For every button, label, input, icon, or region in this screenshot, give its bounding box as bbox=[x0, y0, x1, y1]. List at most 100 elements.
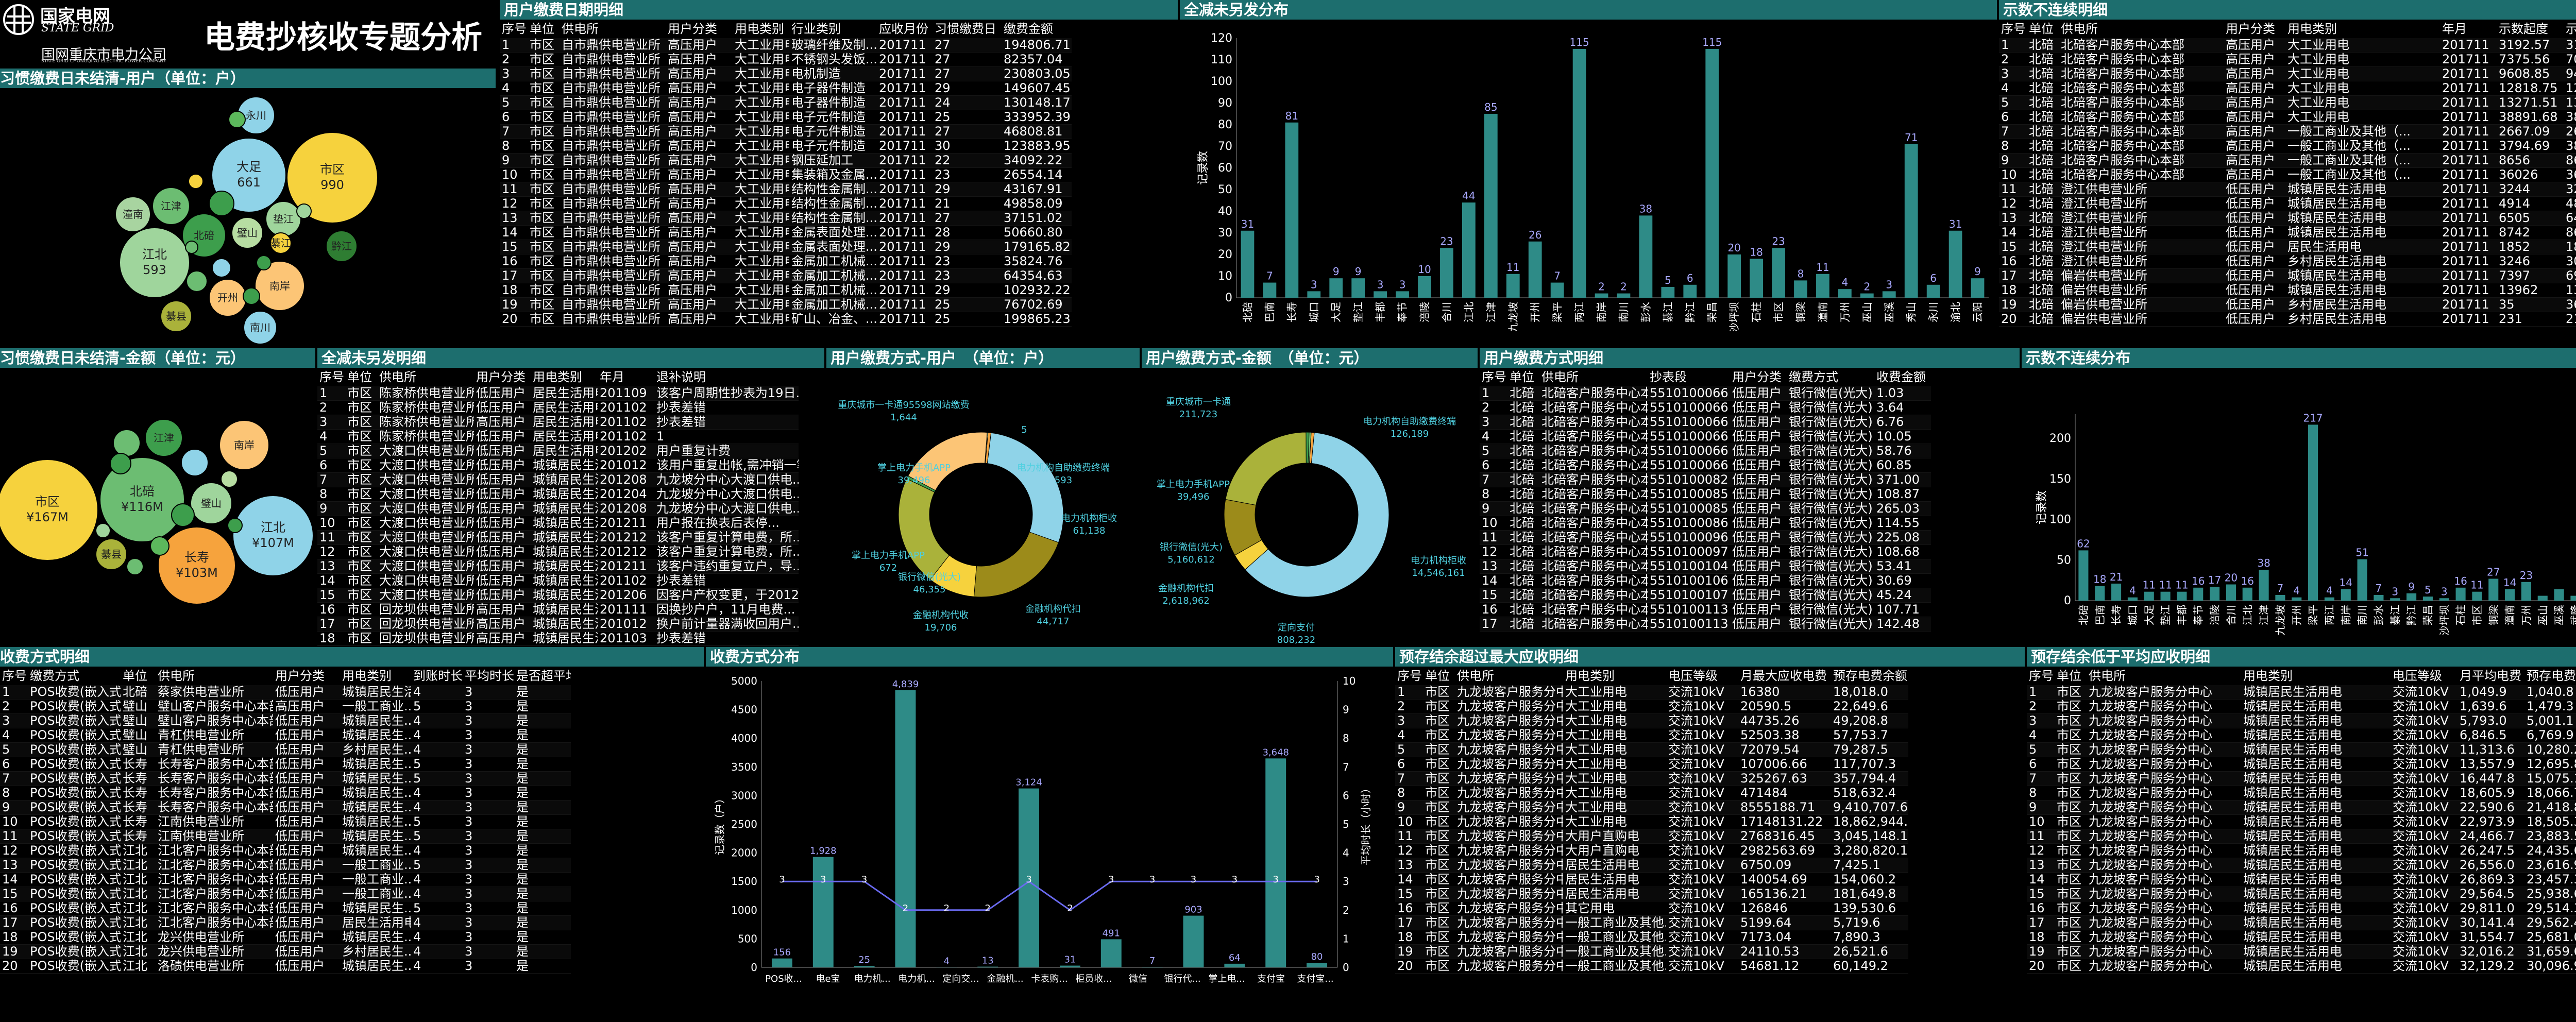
bar[interactable] bbox=[2095, 586, 2105, 601]
bubble[interactable] bbox=[171, 503, 195, 527]
bar[interactable] bbox=[2422, 597, 2433, 601]
table-row[interactable]: 13市区九龙坡客户服务分中心居民生活用电交流10kV6750.097,425.1 bbox=[1395, 858, 1908, 873]
bubble-circle[interactable] bbox=[126, 558, 144, 575]
table-row[interactable]: 4市区自市鼎供电营业所高压用户大工业用电电子器件制造20171129149607… bbox=[500, 81, 1072, 96]
table-row[interactable]: 1 市区 九龙坡客户服务分中心 城镇居民生活用电 交流10kV 1,049.9 1,040.… bbox=[2027, 685, 2576, 700]
table-row[interactable]: 14市区大渡口供电营业所低压用户城镇居民生活用电201102抄表差错 bbox=[317, 573, 799, 588]
bar[interactable] bbox=[2144, 591, 2154, 601]
bar[interactable] bbox=[2406, 593, 2417, 601]
table-row[interactable]: 13 POS收费(嵌入式) 江北 江北客户服务中心本部 低压用户 一般工商业... 5 3 是 bbox=[0, 858, 571, 873]
table-row[interactable]: 14 市区 九龙坡客户服务分中心 城镇居民生活用电 交流10kV 26,869.3 23,4… bbox=[2027, 872, 2576, 887]
table-row[interactable]: 16市区回龙坝供电营业所高压用户城镇居民生活用电201111因换抄户户，11月电… bbox=[317, 602, 799, 617]
table-row[interactable]: 16北碚澄江供电营业所低压用户乡村居民生活用电20171132463004 bbox=[1999, 254, 2576, 269]
bar[interactable] bbox=[1241, 230, 1255, 298]
table-row[interactable]: 17北碚偏岩供电营业所低压用户城镇居民生活用电20171173976976 bbox=[1999, 268, 2576, 283]
table-row[interactable]: 10市区九龙坡客户服务分中心大工业用电交流10kV17148131.2218,8… bbox=[1395, 814, 1908, 829]
bubble[interactable] bbox=[209, 191, 234, 216]
bubble[interactable] bbox=[186, 270, 208, 292]
table-row[interactable]: 19市区九龙坡客户服务分中心一般工商业及其他...交流10kV24110.532… bbox=[1395, 944, 1908, 959]
bar[interactable] bbox=[1639, 215, 1653, 298]
table-row[interactable]: 4市区九龙坡客户服务分中心大工业用电交流10kV52503.3857,753.7 bbox=[1395, 728, 1908, 743]
table-row[interactable]: 5 市区 九龙坡客户服务分中心 城镇居民生活用电 交流10kV 11,313.6 10,28… bbox=[2027, 742, 2576, 757]
table-row[interactable]: 5市区九龙坡客户服务分中心大工业用电交流10kV72079.5479,287.5 bbox=[1395, 742, 1908, 757]
bubble[interactable]: 綦县 bbox=[95, 538, 127, 570]
bar[interactable] bbox=[1351, 278, 1365, 298]
table-row[interactable]: 19 市区 九龙坡客户服务分中心 城镇居民生活用电 交流10kV 32,016.2 31,6… bbox=[2027, 944, 2576, 959]
table-row[interactable]: 1市区陈家桥供电营业所低压用户居民生活用电201109该客户周期性抄表为19日.… bbox=[317, 386, 799, 401]
bar[interactable] bbox=[1661, 287, 1675, 298]
table-row[interactable]: 17北碚北碚客户服务中心本部5510100113低压用户银行微信(光大)142.… bbox=[1480, 617, 1931, 632]
table-row[interactable]: 16 POS收费(嵌入式) 江北 江北客户服务中心本部 低压用户 城镇居民生... 5 3 是 bbox=[0, 901, 571, 916]
table-row[interactable]: 11北碚澄江供电营业所低压用户城镇居民生活用电20171132443224 bbox=[1999, 182, 2576, 197]
bubble[interactable] bbox=[126, 558, 144, 575]
table-row[interactable]: 20市区九龙坡客户服务分中心一般工商业及其他...交流10kV54681.126… bbox=[1395, 959, 1908, 974]
bar[interactable] bbox=[2177, 591, 2187, 601]
bar[interactable] bbox=[1307, 963, 1328, 967]
table-row[interactable]: 13 市区 九龙坡客户服务分中心 城镇居民生活用电 交流10kV 26,556.0 23,6… bbox=[2027, 858, 2576, 873]
table-row[interactable]: 9 北碚 北碚客户服务中心本部 高压用户 一般工商业及其他（... 201711 8656 8… bbox=[1999, 153, 2576, 168]
bar[interactable] bbox=[2226, 584, 2236, 601]
bubble[interactable]: 璧山 bbox=[190, 482, 232, 524]
bubble[interactable]: 开州 bbox=[209, 279, 247, 317]
table-row[interactable]: 2北碚北碚客户服务中心本部5510100066低压用户银行微信(光大)3.64 bbox=[1480, 400, 1931, 415]
table-row[interactable]: 3北碚北碚客户服务中心本部高压用户大工业用电2017119608.859463.… bbox=[1999, 66, 2576, 81]
bar[interactable] bbox=[2242, 587, 2252, 601]
table-row[interactable]: 12 市区 九龙坡客户服务分中心 城镇居民生活用电 交流10kV 26,247.5 24,4… bbox=[2027, 843, 2576, 858]
bubble-circle[interactable] bbox=[171, 503, 195, 527]
table-row[interactable]: 19市区自市鼎供电营业所高压用户大工业用电金属加工机械...2017112576… bbox=[500, 297, 1072, 312]
table-row[interactable]: 10 市区 九龙坡客户服务分中心 城镇居民生活用电 交流10kV 22,973.9 18,5… bbox=[2027, 814, 2576, 829]
table-row[interactable]: 6市区自市鼎供电营业所高压用户大工业用电电子元件制造20171125333952… bbox=[500, 110, 1072, 125]
bar[interactable] bbox=[1926, 284, 1940, 298]
table-row[interactable]: 16市区自市鼎供电营业所高压用户大工业用电金属加工机械...2017112335… bbox=[500, 254, 1072, 269]
bubble[interactable]: 南岸 bbox=[219, 420, 269, 470]
table-row[interactable]: 3市区自市鼎供电营业所高压用户大工业用电电机制造20171127230803.0… bbox=[500, 66, 1072, 81]
bar[interactable] bbox=[1100, 939, 1122, 967]
bar[interactable] bbox=[1948, 230, 1962, 298]
table-row[interactable]: 20市区自市鼎供电营业所高压用户大工业用电矿山、冶金、...2017112519… bbox=[500, 312, 1072, 327]
bar[interactable] bbox=[1307, 291, 1321, 298]
bar[interactable] bbox=[2341, 589, 2351, 601]
bar[interactable] bbox=[1617, 293, 1631, 298]
table-row[interactable]: 19 POS收费(嵌入式) 江北 龙兴供电营业所 低压用户 乡村居民生... 4 3 是 bbox=[0, 944, 571, 959]
bubble-circle[interactable] bbox=[243, 287, 260, 305]
table-row[interactable]: 6市区大渡口供电营业所低压用户城镇居民生活用电201012该用户重复出帐,需冲销… bbox=[317, 458, 799, 473]
table-row[interactable]: 5 POS收费(嵌入式) 璧山 青杠供电营业所 低压用户 乡村居民生... 4 3 是 bbox=[0, 742, 571, 757]
bar[interactable] bbox=[2357, 559, 2367, 601]
bar[interactable] bbox=[2308, 424, 2318, 601]
table-row[interactable]: 1北碚北碚客户服务中心本部高压用户大工业用电2017113192.573147.… bbox=[1999, 38, 2576, 53]
table-row[interactable]: 7北碚北碚客户服务中心本部5510100082低压用户银行微信(光大)371.0… bbox=[1480, 472, 1931, 487]
table-row[interactable]: 12市区自市鼎供电营业所高压用户大工业用电结构性金属制...2017112149… bbox=[500, 196, 1072, 211]
bar[interactable] bbox=[2537, 595, 2548, 601]
bubble[interactable]: 潼南 bbox=[115, 196, 151, 232]
table-row[interactable]: 1北碚北碚客户服务中心本部5510100066低压用户银行微信(光大)1.03 bbox=[1480, 386, 1931, 401]
bar[interactable] bbox=[2472, 591, 2482, 601]
table-row[interactable]: 7 市区 九龙坡客户服务分中心 城镇居民生活用电 交流10kV 16,447.8 15,07… bbox=[2027, 771, 2576, 786]
donut-slice[interactable] bbox=[987, 432, 1064, 543]
table-row[interactable]: 6北碚北碚客户服务中心本部高压用户大工业用电20171138891.683829… bbox=[1999, 110, 2576, 125]
table-row[interactable]: 18市区回龙坝供电营业所高压用户城镇居民生活用电201103抄表差错 bbox=[317, 631, 799, 646]
bubble-circle[interactable] bbox=[256, 255, 272, 270]
table-row[interactable]: 7市区自市鼎供电营业所高压用户大工业用电电子元件制造2017112746808.… bbox=[500, 124, 1072, 139]
bar[interactable] bbox=[1860, 293, 1874, 298]
bubble-circle[interactable] bbox=[113, 429, 141, 457]
bar[interactable] bbox=[1816, 274, 1829, 298]
bar[interactable] bbox=[2275, 594, 2285, 601]
table-row[interactable]: 17 市区 九龙坡客户服务分中心 城镇居民生活用电 交流10kV 30,141.4 29,5… bbox=[2027, 915, 2576, 930]
table-row[interactable]: 6 POS收费(嵌入式) 长寿 长寿客户服务中心本部 低压用户 城镇居民生... 5 3 是 bbox=[0, 757, 571, 772]
bar[interactable] bbox=[1484, 114, 1498, 298]
bar[interactable] bbox=[2259, 570, 2269, 601]
table-row[interactable]: 18市区九龙坡客户服务分中心一般工商业及其他...交流10kV7173.047,… bbox=[1395, 930, 1908, 945]
bar[interactable] bbox=[1183, 915, 1204, 967]
table-row[interactable]: 3北碚北碚客户服务中心本部5510100066低压用户银行微信(光大)6.76 bbox=[1480, 415, 1931, 430]
bar[interactable] bbox=[1750, 259, 1763, 298]
table-row[interactable]: 4 POS收费(嵌入式) 璧山 青杠供电营业所 低压用户 城镇居民生... 4 3 是 bbox=[0, 728, 571, 743]
table-row[interactable]: 12北碚北碚客户服务中心本部5510100097低压用户银行微信(光大)108.… bbox=[1480, 544, 1931, 559]
table-row[interactable]: 10 POS收费(嵌入式) 长寿 江南供电营业所 低压用户 城镇居民生... 5 3 是 bbox=[0, 814, 571, 829]
table-row[interactable]: 9 市区 九龙坡客户服务分中心 城镇居民生活用电 交流10kV 22,590.6 21,41… bbox=[2027, 800, 2576, 815]
table-row[interactable]: 7市区九龙坡客户服务分中心大工业用电交流10kV325267.63357,794… bbox=[1395, 771, 1908, 786]
bubble-circle[interactable] bbox=[228, 111, 246, 128]
bar[interactable] bbox=[2127, 597, 2138, 601]
bar[interactable] bbox=[2374, 594, 2384, 601]
table-row[interactable]: 9市区九龙坡客户服务分中心大工业用电交流10kV8555188.719,410,… bbox=[1395, 800, 1908, 815]
bar[interactable] bbox=[1329, 278, 1343, 298]
